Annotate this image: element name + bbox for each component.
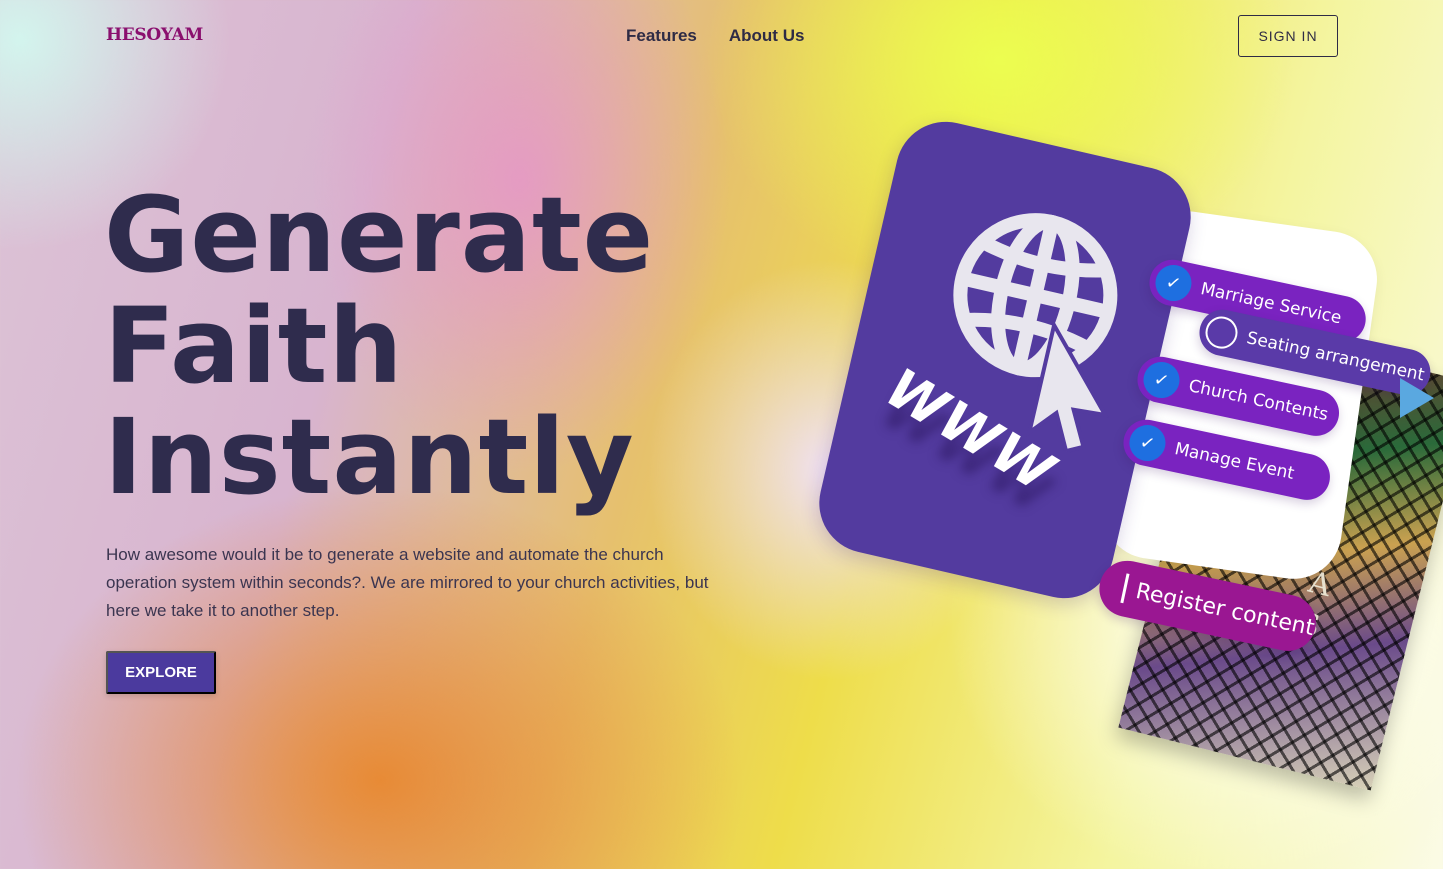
- hero-headline: Generate Faith Instantly: [104, 180, 654, 513]
- main-nav: Features About Us: [626, 26, 804, 46]
- sign-in-button[interactable]: SIGN IN: [1238, 15, 1338, 57]
- headline-line: Generate: [104, 174, 655, 296]
- headline-line: Faith: [104, 285, 404, 407]
- empty-circle-icon: [1202, 313, 1241, 352]
- nav-features-link[interactable]: Features: [626, 26, 697, 46]
- nav-about-link[interactable]: About Us: [729, 26, 805, 46]
- explore-button[interactable]: EXPLORE: [106, 651, 216, 694]
- check-icon: ✓: [1152, 261, 1195, 305]
- headline-line: Instantly: [104, 396, 635, 518]
- site-header: HESOYAM Features About Us SIGN IN: [0, 0, 1443, 72]
- brand-logo[interactable]: HESOYAM: [106, 25, 203, 45]
- check-icon: ✓: [1126, 421, 1169, 465]
- text-cursor-icon: [1120, 573, 1130, 604]
- hero-description: How awesome would it be to generate a we…: [106, 545, 709, 620]
- hero-illustration: S A S WWW ✓ Marriage Service Seating arr…: [809, 111, 1443, 800]
- check-icon: ✓: [1140, 358, 1183, 402]
- play-arrow-icon: [1400, 378, 1434, 418]
